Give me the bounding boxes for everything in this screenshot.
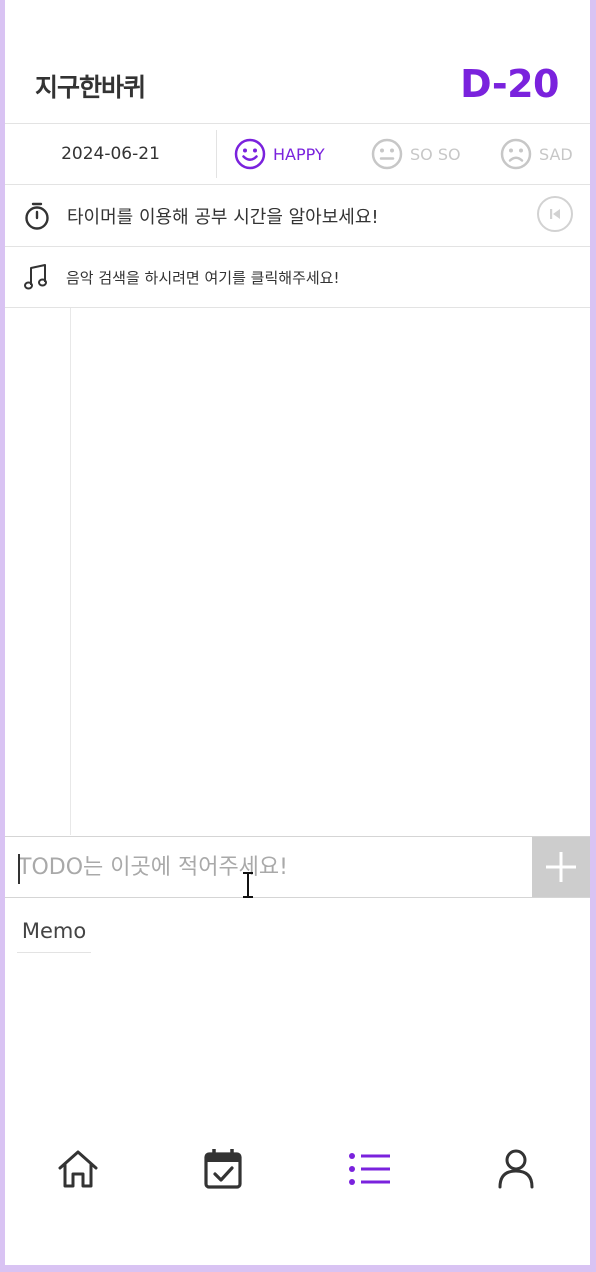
mood-happy-label: HAPPY <box>273 144 325 164</box>
todo-list <box>5 308 590 835</box>
happy-face-icon <box>234 138 273 170</box>
music-note-icon <box>23 262 49 292</box>
sad-face-icon <box>500 138 539 170</box>
date-display[interactable]: 2024-06-21 <box>5 124 216 184</box>
nav-list[interactable] <box>348 1147 392 1191</box>
mood-happy-button[interactable]: HAPPY <box>234 124 325 184</box>
timer-reset-button[interactable] <box>537 196 573 232</box>
mood-soso-button[interactable]: SO SO <box>371 124 461 184</box>
mood-sad-label: SAD <box>539 144 573 164</box>
mood-soso-label: SO SO <box>410 144 461 164</box>
home-icon <box>57 1149 99 1189</box>
mood-row: 2024-06-21 HAPPY SO SO SAD <box>5 124 590 185</box>
list-divider <box>70 308 71 835</box>
plus-icon <box>544 850 578 884</box>
timer-row[interactable]: 타이머를 이용해 공부 시간을 알아보세요! <box>5 185 590 247</box>
app-frame: 지구한바퀴 D-20 2024-06-21 HAPPY SO SO SAD 타이… <box>5 0 590 1265</box>
text-caret <box>18 854 20 884</box>
nav-home[interactable] <box>56 1147 100 1191</box>
list-icon <box>348 1152 392 1186</box>
user-icon <box>497 1149 535 1189</box>
neutral-face-icon <box>371 138 410 170</box>
add-todo-button[interactable] <box>532 837 590 897</box>
dday-counter: D-20 <box>460 62 559 106</box>
mood-sad-button[interactable]: SAD <box>500 124 573 184</box>
skip-back-icon <box>548 207 562 221</box>
calendar-check-icon <box>203 1148 243 1190</box>
divider <box>216 130 217 178</box>
music-search-row[interactable]: 음악 검색을 하시려면 여기를 클릭해주세요! <box>5 247 590 308</box>
memo-tab[interactable]: Memo <box>17 910 91 953</box>
header: 지구한바퀴 D-20 <box>5 0 590 124</box>
ibeam-cursor-icon <box>241 872 255 898</box>
stopwatch-icon <box>23 201 51 231</box>
todo-input[interactable] <box>5 837 532 897</box>
timer-prompt: 타이머를 이용해 공부 시간을 알아보세요! <box>67 206 379 228</box>
todo-input-bar <box>5 836 590 898</box>
music-search-prompt: 음악 검색을 하시려면 여기를 클릭해주세요! <box>66 268 340 287</box>
bottom-nav <box>5 1130 590 1210</box>
nav-profile[interactable] <box>494 1147 538 1191</box>
nav-calendar[interactable] <box>201 1147 245 1191</box>
app-title: 지구한바퀴 <box>35 73 146 102</box>
